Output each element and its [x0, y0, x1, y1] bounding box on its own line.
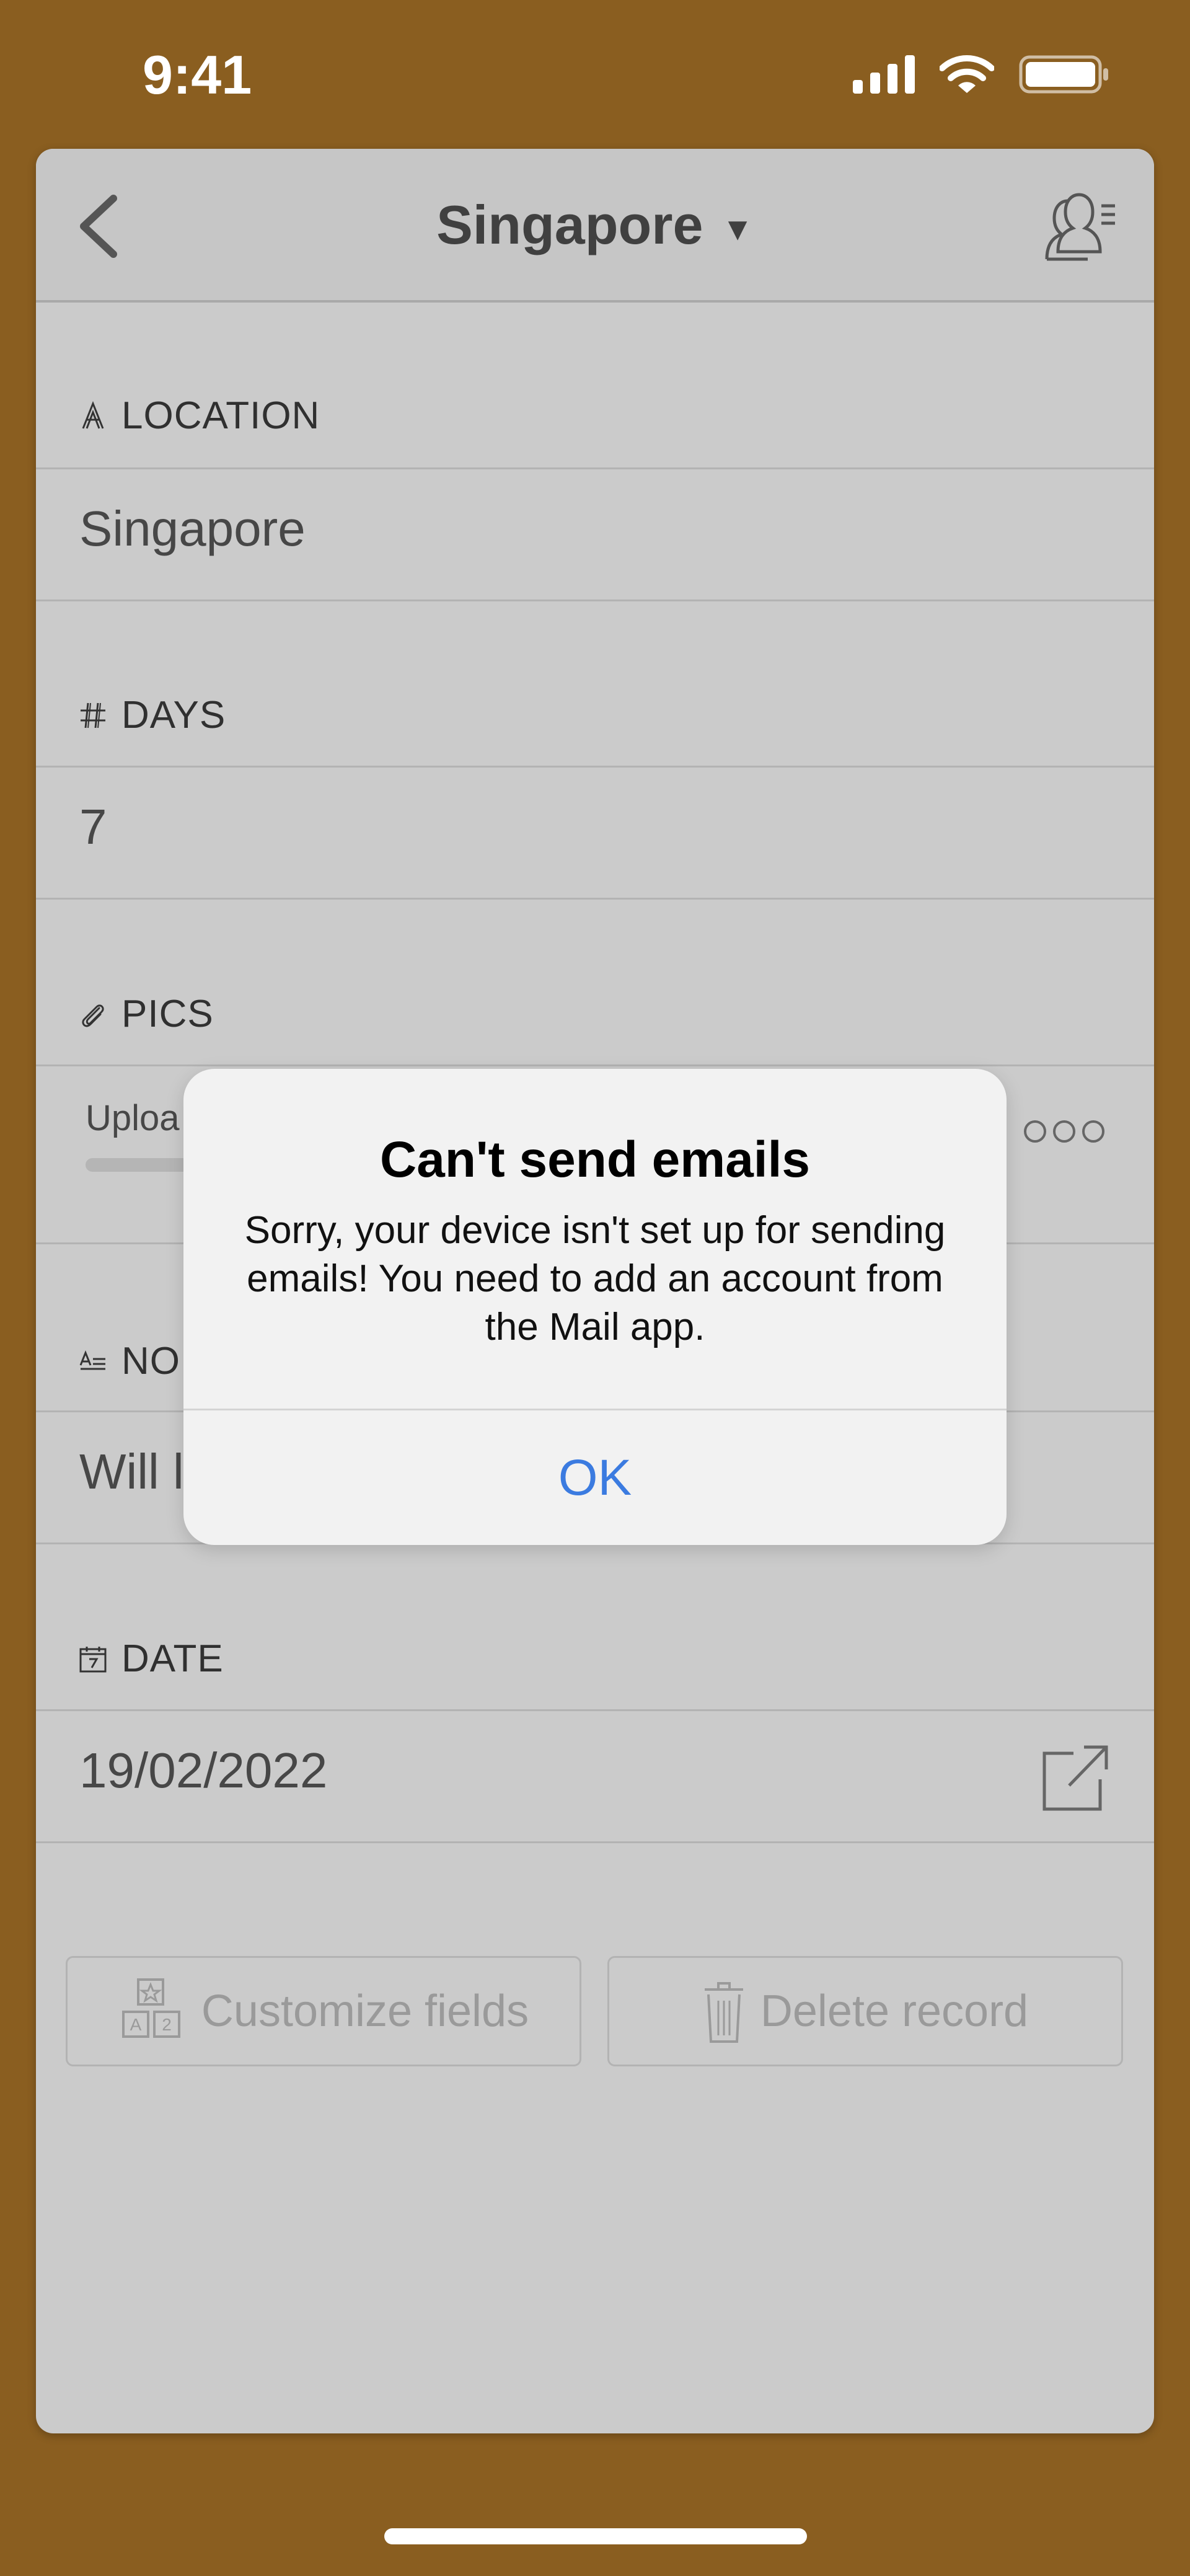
- days-value: 7: [79, 799, 107, 854]
- caret-down-icon: ▼: [721, 211, 754, 247]
- svg-text:A: A: [130, 2015, 142, 2034]
- notes-value: Will l: [79, 1444, 184, 1499]
- navigation-bar: Singapore ▼: [36, 149, 1154, 303]
- more-icon[interactable]: [1024, 1116, 1104, 1147]
- date-value: 19/02/2022: [79, 1743, 328, 1798]
- battery-icon: [1019, 55, 1108, 94]
- status-icons: [853, 55, 1109, 94]
- date-label-text: DATE: [121, 1637, 224, 1680]
- delete-record-button[interactable]: Delete record: [607, 1956, 1123, 2066]
- upload-status-text: Uploa: [86, 1098, 180, 1138]
- alert-message: Sorry, your device isn't set up for send…: [244, 1209, 946, 1348]
- blocks-icon: A 2: [121, 1978, 180, 2038]
- users-list-icon[interactable]: [1041, 192, 1118, 263]
- pics-label: PICS: [78, 992, 214, 1036]
- ok-button[interactable]: OK: [183, 1410, 1007, 1545]
- date-label: DATE: [78, 1637, 224, 1681]
- pics-label-text: PICS: [121, 993, 214, 1035]
- alert-dialog: Can't send emails Sorry, your device isn…: [183, 1069, 1007, 1545]
- alert-title: Can't send emails: [380, 1131, 810, 1188]
- days-row[interactable]: 7: [36, 766, 1154, 900]
- date-row[interactable]: 19/02/2022: [36, 1709, 1154, 1843]
- location-value: Singapore: [79, 501, 306, 556]
- paperclip-icon: [82, 1004, 104, 1027]
- location-label: LOCATION: [78, 394, 320, 438]
- wifi-icon: [940, 55, 994, 93]
- status-bar: 9:41: [0, 0, 1190, 149]
- customize-fields-label: Customize fields: [201, 1986, 529, 2036]
- status-time: 9:41: [143, 44, 252, 105]
- notes-label: NO: [78, 1339, 180, 1383]
- calendar-icon: [79, 1646, 107, 1672]
- long-text-icon: [79, 1350, 105, 1370]
- delete-record-label: Delete record: [760, 1986, 1029, 2036]
- text-field-icon: [82, 401, 104, 429]
- open-external-icon[interactable]: [1039, 1742, 1111, 1813]
- location-row[interactable]: Singapore: [36, 467, 1154, 601]
- trash-icon: [704, 1982, 743, 2043]
- home-indicator[interactable]: [384, 2528, 807, 2544]
- days-label-text: DAYS: [121, 694, 226, 737]
- page-title-text: Singapore: [436, 194, 703, 255]
- days-label: DAYS: [78, 693, 226, 737]
- number-field-icon: [81, 702, 105, 728]
- notes-label-text: NO: [121, 1340, 180, 1383]
- location-label-text: LOCATION: [121, 394, 320, 437]
- page-title[interactable]: Singapore ▼: [36, 193, 1154, 257]
- customize-fields-button[interactable]: A 2 Customize fields: [66, 1956, 581, 2066]
- svg-text:2: 2: [162, 2015, 172, 2034]
- signal-icon: [853, 55, 915, 94]
